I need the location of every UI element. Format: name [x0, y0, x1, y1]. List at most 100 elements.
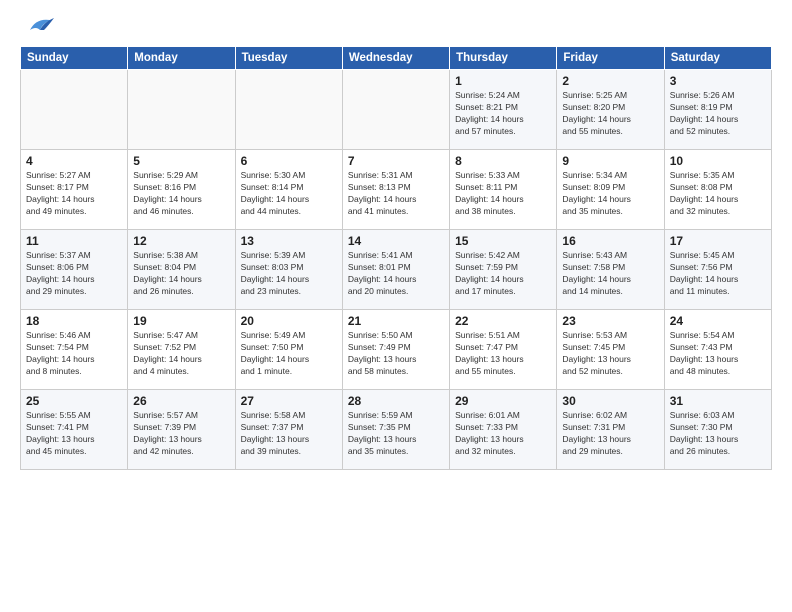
calendar-cell: 18 Sunrise: 5:46 AMSunset: 7:54 PMDayligh… [21, 310, 128, 390]
weekday-header-saturday: Saturday [664, 47, 771, 70]
day-info: Sunrise: 5:57 AMSunset: 7:39 PMDaylight:… [133, 410, 229, 458]
calendar-cell: 23 Sunrise: 5:53 AMSunset: 7:45 PMDayligh… [557, 310, 664, 390]
header [20, 16, 772, 38]
calendar-cell: 24 Sunrise: 5:54 AMSunset: 7:43 PMDayligh… [664, 310, 771, 390]
day-number: 11 [26, 234, 122, 248]
calendar-cell: 5Sunrise: 5:29 AMSunset: 8:16 PMDaylight… [128, 150, 235, 230]
day-number: 25 [26, 394, 122, 408]
calendar-week-2: 4 Sunrise: 5:27 AMSunset: 8:17 PMDaylight… [21, 150, 772, 230]
day-number: 14 [348, 234, 444, 248]
weekday-header-tuesday: Tuesday [235, 47, 342, 70]
day-info: Sunrise: 5:43 AMSunset: 7:58 PMDaylight:… [562, 250, 658, 298]
calendar-cell [21, 70, 128, 150]
day-info: Sunrise: 5:55 AMSunset: 7:41 PMDaylight:… [26, 410, 122, 458]
day-info: Sunrise: 5:46 AMSunset: 7:54 PMDaylight:… [26, 330, 122, 378]
calendar-cell: 25 Sunrise: 5:55 AMSunset: 7:41 PMDayligh… [21, 390, 128, 470]
day-info: Sunrise: 5:41 AMSunset: 8:01 PMDaylight:… [348, 250, 444, 298]
day-info: Sunrise: 5:25 AMSunset: 8:20 PMDaylight:… [562, 90, 658, 138]
day-info: Sunrise: 5:33 AMSunset: 8:11 PMDaylight:… [455, 170, 551, 218]
calendar-cell: 3 Sunrise: 5:26 AMSunset: 8:19 PMDaylight… [664, 70, 771, 150]
day-info: Sunrise: 5:37 AMSunset: 8:06 PMDaylight:… [26, 250, 122, 298]
day-info: Sunrise: 6:01 AMSunset: 7:33 PMDaylight:… [455, 410, 551, 458]
day-info: Sunrise: 5:27 AMSunset: 8:17 PMDaylight:… [26, 170, 122, 218]
day-number: 16 [562, 234, 658, 248]
day-info: Sunrise: 5:54 AMSunset: 7:43 PMDaylight:… [670, 330, 766, 378]
calendar-cell: 31Sunrise: 6:03 AMSunset: 7:30 PMDayligh… [664, 390, 771, 470]
day-number: 18 [26, 314, 122, 328]
day-info: Sunrise: 5:49 AMSunset: 7:50 PMDaylight:… [241, 330, 337, 378]
calendar: SundayMondayTuesdayWednesdayThursdayFrid… [20, 46, 772, 470]
calendar-cell: 28 Sunrise: 5:59 AMSunset: 7:35 PMDayligh… [342, 390, 449, 470]
calendar-cell: 15 Sunrise: 5:42 AMSunset: 7:59 PMDayligh… [450, 230, 557, 310]
day-info: Sunrise: 5:26 AMSunset: 8:19 PMDaylight:… [670, 90, 766, 138]
calendar-cell [235, 70, 342, 150]
day-number: 30 [562, 394, 658, 408]
day-info: Sunrise: 5:24 AMSunset: 8:21 PMDaylight:… [455, 90, 551, 138]
calendar-cell: 7 Sunrise: 5:31 AMSunset: 8:13 PMDaylight… [342, 150, 449, 230]
day-number: 27 [241, 394, 337, 408]
calendar-cell: 11 Sunrise: 5:37 AMSunset: 8:06 PMDayligh… [21, 230, 128, 310]
calendar-week-4: 18 Sunrise: 5:46 AMSunset: 7:54 PMDayligh… [21, 310, 772, 390]
day-info: Sunrise: 5:42 AMSunset: 7:59 PMDaylight:… [455, 250, 551, 298]
day-number: 12 [133, 234, 229, 248]
calendar-cell: 20 Sunrise: 5:49 AMSunset: 7:50 PMDayligh… [235, 310, 342, 390]
weekday-header-sunday: Sunday [21, 47, 128, 70]
day-info: Sunrise: 5:58 AMSunset: 7:37 PMDaylight:… [241, 410, 337, 458]
calendar-cell: 8Sunrise: 5:33 AMSunset: 8:11 PMDaylight… [450, 150, 557, 230]
day-number: 19 [133, 314, 229, 328]
calendar-cell: 12Sunrise: 5:38 AMSunset: 8:04 PMDayligh… [128, 230, 235, 310]
day-number: 23 [562, 314, 658, 328]
calendar-cell: 14 Sunrise: 5:41 AMSunset: 8:01 PMDayligh… [342, 230, 449, 310]
weekday-header-monday: Monday [128, 47, 235, 70]
logo-bird-icon [22, 16, 54, 38]
calendar-cell: 30 Sunrise: 6:02 AMSunset: 7:31 PMDayligh… [557, 390, 664, 470]
calendar-week-3: 11 Sunrise: 5:37 AMSunset: 8:06 PMDayligh… [21, 230, 772, 310]
day-number: 6 [241, 154, 337, 168]
weekday-header-thursday: Thursday [450, 47, 557, 70]
calendar-cell: 27 Sunrise: 5:58 AMSunset: 7:37 PMDayligh… [235, 390, 342, 470]
day-number: 5 [133, 154, 229, 168]
day-number: 4 [26, 154, 122, 168]
calendar-cell: 10Sunrise: 5:35 AMSunset: 8:08 PMDayligh… [664, 150, 771, 230]
day-number: 3 [670, 74, 766, 88]
calendar-cell: 26Sunrise: 5:57 AMSunset: 7:39 PMDayligh… [128, 390, 235, 470]
calendar-cell [342, 70, 449, 150]
day-number: 24 [670, 314, 766, 328]
logo [20, 16, 54, 38]
day-info: Sunrise: 5:45 AMSunset: 7:56 PMDaylight:… [670, 250, 766, 298]
page: SundayMondayTuesdayWednesdayThursdayFrid… [0, 0, 792, 480]
calendar-cell: 13 Sunrise: 5:39 AMSunset: 8:03 PMDayligh… [235, 230, 342, 310]
day-number: 15 [455, 234, 551, 248]
day-info: Sunrise: 5:39 AMSunset: 8:03 PMDaylight:… [241, 250, 337, 298]
day-number: 13 [241, 234, 337, 248]
calendar-cell: 16 Sunrise: 5:43 AMSunset: 7:58 PMDayligh… [557, 230, 664, 310]
day-info: Sunrise: 5:30 AMSunset: 8:14 PMDaylight:… [241, 170, 337, 218]
day-info: Sunrise: 6:02 AMSunset: 7:31 PMDaylight:… [562, 410, 658, 458]
weekday-header-friday: Friday [557, 47, 664, 70]
day-number: 17 [670, 234, 766, 248]
day-number: 2 [562, 74, 658, 88]
calendar-cell: 19Sunrise: 5:47 AMSunset: 7:52 PMDayligh… [128, 310, 235, 390]
calendar-cell: 22 Sunrise: 5:51 AMSunset: 7:47 PMDayligh… [450, 310, 557, 390]
day-info: Sunrise: 5:51 AMSunset: 7:47 PMDaylight:… [455, 330, 551, 378]
calendar-cell: 1Sunrise: 5:24 AMSunset: 8:21 PMDaylight… [450, 70, 557, 150]
day-number: 29 [455, 394, 551, 408]
day-number: 21 [348, 314, 444, 328]
calendar-cell: 17 Sunrise: 5:45 AMSunset: 7:56 PMDayligh… [664, 230, 771, 310]
day-info: Sunrise: 5:50 AMSunset: 7:49 PMDaylight:… [348, 330, 444, 378]
calendar-cell: 6 Sunrise: 5:30 AMSunset: 8:14 PMDaylight… [235, 150, 342, 230]
calendar-cell: 2 Sunrise: 5:25 AMSunset: 8:20 PMDaylight… [557, 70, 664, 150]
day-number: 22 [455, 314, 551, 328]
day-info: Sunrise: 5:31 AMSunset: 8:13 PMDaylight:… [348, 170, 444, 218]
day-info: Sunrise: 5:53 AMSunset: 7:45 PMDaylight:… [562, 330, 658, 378]
calendar-week-1: 1Sunrise: 5:24 AMSunset: 8:21 PMDaylight… [21, 70, 772, 150]
calendar-cell: 29 Sunrise: 6:01 AMSunset: 7:33 PMDayligh… [450, 390, 557, 470]
day-number: 20 [241, 314, 337, 328]
day-info: Sunrise: 5:34 AMSunset: 8:09 PMDaylight:… [562, 170, 658, 218]
weekday-header-wednesday: Wednesday [342, 47, 449, 70]
day-info: Sunrise: 5:59 AMSunset: 7:35 PMDaylight:… [348, 410, 444, 458]
day-number: 7 [348, 154, 444, 168]
day-number: 28 [348, 394, 444, 408]
calendar-header-row: SundayMondayTuesdayWednesdayThursdayFrid… [21, 47, 772, 70]
day-info: Sunrise: 6:03 AMSunset: 7:30 PMDaylight:… [670, 410, 766, 458]
